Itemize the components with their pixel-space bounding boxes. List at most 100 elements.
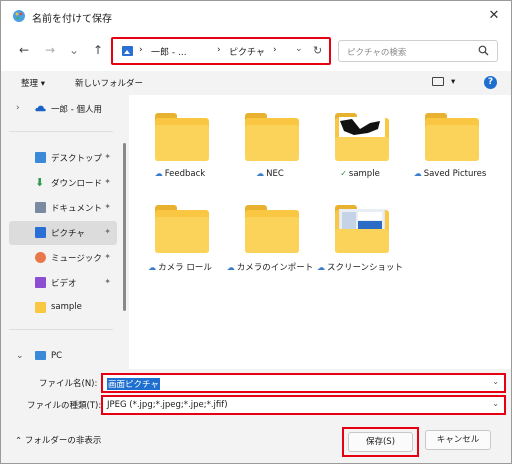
sidebar-scrollbar[interactable] — [121, 95, 127, 369]
filetype-select[interactable]: JPEG (*.jpg;*.jpeg;*.jpe;*.jfif) ⌄ — [101, 395, 506, 415]
cloud-icon: ☁ — [154, 169, 163, 178]
breadcrumb-user[interactable]: 一郎 - ... — [151, 45, 187, 58]
folder-item[interactable]: ☁ カメラのインポート — [225, 191, 315, 281]
organize-button[interactable]: 整理 ▾ — [21, 77, 45, 89]
folder-icon — [245, 205, 299, 253]
navigation-bar: ← → ⌄ ↑ › 一郎 - ... › ピクチャ › ⌄ ↻ ピクチャの検索 — [1, 31, 511, 71]
view-caret-icon[interactable]: ▾ — [451, 77, 455, 87]
divider — [9, 329, 113, 330]
up-button[interactable]: ↑ — [89, 41, 107, 59]
download-arrow-icon: ⬇ — [35, 176, 45, 189]
file-name: Feedback — [164, 169, 206, 179]
folder-item[interactable]: ☁ Feedback — [135, 99, 225, 189]
folder-item[interactable]: ✓ sample — [315, 99, 405, 189]
sidebar-item-desktop[interactable]: デスクトップ ✦ — [9, 146, 117, 170]
breadcrumb-sep: › — [217, 45, 221, 55]
file-name: カメラ ロール — [158, 263, 212, 273]
cancel-button[interactable]: キャンセル — [425, 430, 491, 450]
dialog-footer: ⌃ フォルダーの非表示 保存(S) キャンセル — [1, 419, 511, 463]
sidebar-item-label: ドキュメント — [51, 204, 103, 214]
save-as-dialog: 名前を付けて保存 ✕ ← → ⌄ ↑ › 一郎 - ... › ピクチャ › ⌄… — [0, 0, 512, 464]
filename-input[interactable]: 画面ピクチャ ⌄ — [101, 373, 506, 393]
folder-icon — [35, 302, 46, 313]
recent-locations-button[interactable]: ⌄ — [65, 41, 83, 59]
refresh-icon[interactable]: ↻ — [313, 44, 322, 57]
onedrive-cloud-icon — [35, 105, 46, 112]
search-icon — [478, 45, 489, 56]
breadcrumb-sep: › — [273, 45, 277, 55]
close-button[interactable]: ✕ — [483, 6, 505, 26]
forward-button[interactable]: → — [41, 41, 59, 59]
pin-icon: ✦ — [104, 177, 111, 186]
sidebar-item-label: ビデオ — [51, 279, 77, 289]
chevron-right-icon[interactable]: › — [16, 103, 20, 113]
paint-app-icon — [13, 10, 25, 22]
pictures-icon — [122, 46, 133, 56]
save-button[interactable]: 保存(S) — [348, 432, 413, 452]
new-folder-button[interactable]: 新しいフォルダー — [75, 77, 143, 89]
folder-icon — [335, 205, 389, 253]
file-name: Saved Pictures — [423, 169, 487, 179]
pictures-icon — [35, 227, 46, 238]
sidebar-item-label: ミュージック — [51, 254, 102, 264]
file-name: スクリーンショット — [326, 263, 404, 273]
sidebar-item-downloads[interactable]: ⬇ ダウンロード ✦ — [9, 171, 117, 195]
folder-icon — [245, 113, 299, 161]
folder-icon — [425, 113, 479, 161]
folder-item[interactable]: ☁ カメラ ロール — [135, 191, 225, 281]
pin-icon: ✦ — [104, 152, 111, 161]
desktop-icon — [35, 152, 46, 163]
back-button[interactable]: ← — [15, 41, 33, 59]
sidebar-item-label: PC — [51, 351, 63, 361]
pin-icon: ✦ — [104, 252, 111, 261]
filetype-value: JPEG (*.jpg;*.jpeg;*.jpe;*.jfif) — [107, 400, 228, 410]
filename-label: ファイル名(N): — [39, 379, 98, 389]
file-list: ☁ Feedback ☁ NEC ✓ sample ☁ Saved Pictures — [129, 95, 511, 369]
pin-icon: ✦ — [104, 227, 111, 236]
sidebar-item-onedrive[interactable]: › 一郎 - 個人用 — [9, 97, 117, 121]
window-title: 名前を付けて保存 — [32, 14, 112, 25]
sidebar-item-pictures[interactable]: ピクチャ ✦ — [9, 221, 117, 245]
sidebar-item-pc[interactable]: ⌄ PC — [9, 345, 117, 369]
chevron-down-icon[interactable]: ⌄ — [16, 351, 24, 361]
pin-icon: ✦ — [104, 202, 111, 211]
music-icon — [35, 252, 46, 263]
folder-icon — [155, 113, 209, 161]
hide-folders-toggle[interactable]: ⌃ フォルダーの非表示 — [15, 434, 101, 446]
search-box[interactable]: ピクチャの検索 — [338, 40, 498, 62]
sidebar-item-music[interactable]: ミュージック ✦ — [9, 246, 117, 270]
address-dropdown-icon[interactable]: ⌄ — [295, 44, 303, 54]
navigation-pane: › 一郎 - 個人用 デスクトップ ✦ ⬇ ダウンロード ✦ ドキュメント ✦ … — [1, 95, 121, 369]
file-name: カメラのインポート — [236, 263, 314, 273]
pc-monitor-icon — [35, 351, 46, 360]
breadcrumb-pictures[interactable]: ピクチャ — [229, 45, 265, 58]
synced-check-icon: ✓ — [340, 169, 347, 178]
filetype-label: ファイルの種類(T): — [27, 401, 102, 411]
filename-value[interactable]: 画面ピクチャ — [107, 378, 160, 390]
chevron-down-icon[interactable]: ⌄ — [492, 377, 499, 386]
command-bar: 整理 ▾ 新しいフォルダー ▾ ? — [1, 71, 511, 95]
sidebar-item-label: ダウンロード — [51, 179, 103, 189]
save-button-highlight: 保存(S) — [342, 427, 419, 457]
scrollbar-thumb[interactable] — [123, 143, 126, 311]
view-options-icon[interactable] — [432, 77, 444, 86]
chevron-up-icon: ⌃ — [15, 436, 25, 446]
sidebar-item-sample[interactable]: sample — [9, 296, 117, 320]
sidebar-item-label: sample — [51, 302, 82, 312]
title-bar: 名前を付けて保存 ✕ — [1, 1, 511, 31]
cloud-icon: ☁ — [226, 263, 235, 272]
help-icon[interactable]: ? — [484, 76, 497, 89]
sidebar-item-documents[interactable]: ドキュメント ✦ — [9, 196, 117, 220]
address-bar[interactable]: › 一郎 - ... › ピクチャ › ⌄ ↻ — [111, 37, 331, 65]
sidebar-item-label: デスクトップ — [51, 154, 103, 164]
folder-item[interactable]: ☁ スクリーンショット — [315, 191, 405, 281]
file-name: NEC — [266, 169, 284, 179]
folder-item[interactable]: ☁ NEC — [225, 99, 315, 189]
video-icon — [35, 277, 46, 288]
folder-item[interactable]: ☁ Saved Pictures — [405, 99, 495, 189]
breadcrumb-sep: › — [139, 45, 143, 55]
chevron-down-icon[interactable]: ⌄ — [492, 399, 499, 408]
sidebar-item-videos[interactable]: ビデオ ✦ — [9, 271, 117, 295]
folder-icon — [335, 113, 389, 161]
file-fields: ファイル名(N): 画面ピクチャ ⌄ ファイルの種類(T): JPEG (*.j… — [1, 369, 511, 417]
